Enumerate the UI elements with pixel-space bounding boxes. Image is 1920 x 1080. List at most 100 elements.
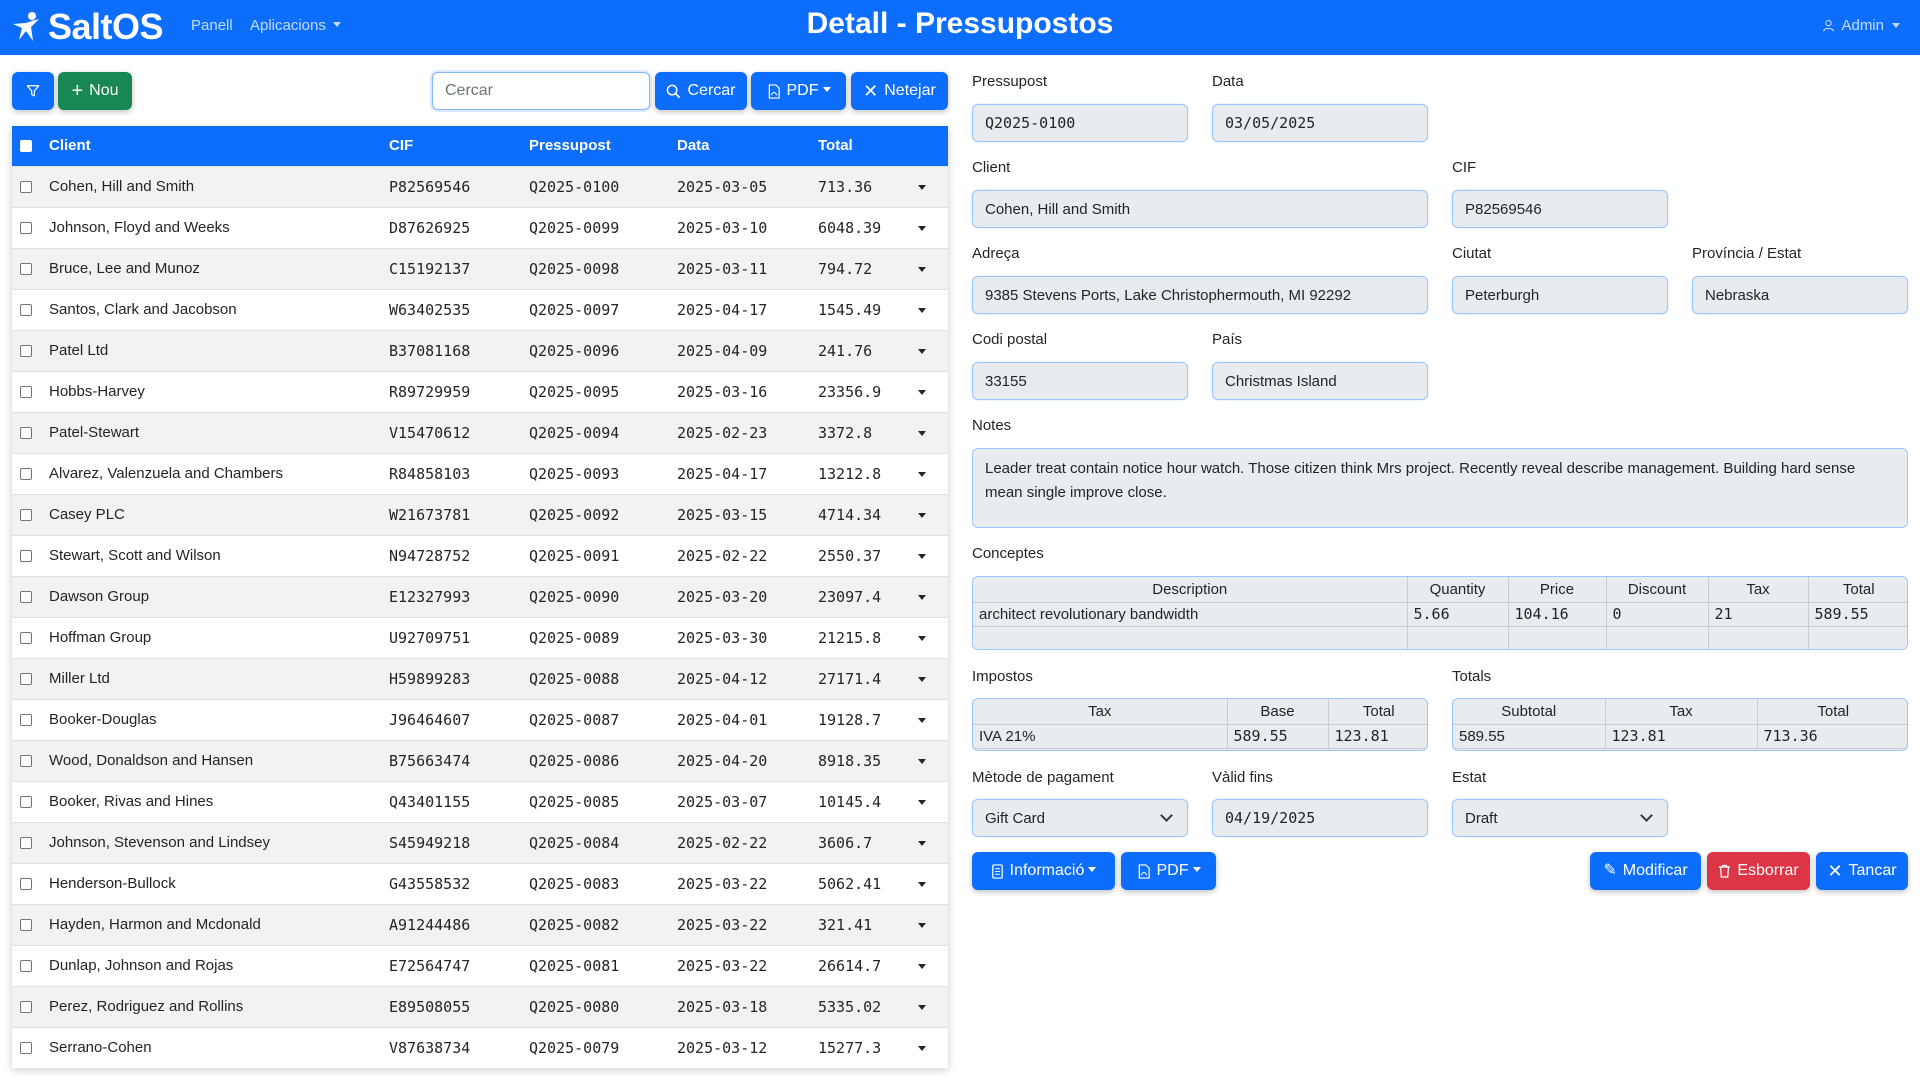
grid-cell[interactable]: 589.55 <box>1453 724 1606 749</box>
select-all-checkbox[interactable] <box>20 140 32 153</box>
row-checkbox[interactable] <box>20 386 32 399</box>
row-actions-dropdown-icon[interactable] <box>918 184 926 190</box>
taxes-grid[interactable]: Tax Base Total IVA 21% 589.55 123.81 <box>972 698 1428 751</box>
row-checkbox[interactable] <box>20 509 32 522</box>
search-button[interactable]: Cercar <box>655 72 747 110</box>
row-checkbox[interactable] <box>20 714 32 727</box>
row-actions-dropdown-icon[interactable] <box>918 758 926 764</box>
table-row[interactable]: Hayden, Harmon and Mcdonald A91244486 Q202… <box>12 903 948 945</box>
row-checkbox[interactable] <box>20 632 32 645</box>
address-field[interactable]: 9385 Stevens Ports, Lake Christophermout… <box>972 276 1428 314</box>
row-actions-dropdown-icon[interactable] <box>918 1004 926 1010</box>
row-checkbox[interactable] <box>20 755 32 768</box>
row-actions-dropdown-icon[interactable] <box>918 1045 926 1051</box>
row-checkbox[interactable] <box>20 591 32 604</box>
nav-link-aplicacions[interactable]: Aplicacions <box>250 17 341 34</box>
grid-cell[interactable]: 0 <box>1606 602 1709 627</box>
status-select[interactable]: Draft <box>1452 799 1668 837</box>
row-actions-dropdown-icon[interactable] <box>918 922 926 928</box>
table-row[interactable]: Booker-Douglas J96464607 Q2025-0087 2025-04… <box>12 698 948 740</box>
grid-cell[interactable]: 713.36 <box>1757 724 1907 749</box>
table-row[interactable]: Bruce, Lee and Munoz C15192137 Q2025-0098 2… <box>12 247 948 289</box>
grid-cell[interactable]: 123.81 <box>1605 724 1758 749</box>
table-row[interactable]: Dunlap, Johnson and Rojas E72564747 Q2025-… <box>12 944 948 986</box>
row-checkbox[interactable] <box>20 263 32 276</box>
row-actions-dropdown-icon[interactable] <box>918 389 926 395</box>
row-checkbox[interactable] <box>20 550 32 563</box>
row-checkbox[interactable] <box>20 673 32 686</box>
pdf-dropdown-button[interactable]: PDF <box>751 72 846 110</box>
row-actions-dropdown-icon[interactable] <box>918 553 926 559</box>
row-checkbox[interactable] <box>20 837 32 850</box>
grid-cell[interactable]: architect revolutionary bandwidth <box>973 602 1408 627</box>
grid-row[interactable]: IVA 21% 589.55 123.81 <box>973 724 1427 749</box>
grid-cell[interactable]: 21 <box>1708 602 1809 627</box>
grid-cell[interactable]: 104.16 <box>1508 602 1607 627</box>
modify-button[interactable]: ✎ Modificar <box>1590 852 1701 890</box>
row-actions-dropdown-icon[interactable] <box>918 225 926 231</box>
table-row[interactable]: Perez, Rodriguez and Rollins E89508055 Q20… <box>12 985 948 1027</box>
grid-cell[interactable]: 123.81 <box>1328 724 1427 749</box>
table-row[interactable]: Alvarez, Valenzuela and Chambers R8485810… <box>12 452 948 494</box>
clear-button[interactable]: ✕ Netejar <box>851 72 948 110</box>
payment-method-select[interactable]: Gift Card <box>972 799 1188 837</box>
table-row[interactable]: Henderson-Bullock G43558532 Q2025-0083 2025… <box>12 862 948 904</box>
delete-button[interactable]: Esborrar <box>1707 852 1810 890</box>
table-row[interactable]: Booker, Rivas and Hines Q43401155 Q2025-00… <box>12 780 948 822</box>
row-checkbox[interactable] <box>20 878 32 891</box>
valid-until-field[interactable]: 04/19/2025 <box>1212 799 1428 837</box>
grid-cell[interactable]: 589.55 <box>1227 724 1329 749</box>
table-row[interactable]: Miller Ltd H59899283 Q2025-0088 2025-04-12 2… <box>12 657 948 699</box>
close-button[interactable]: ✕ Tancar <box>1816 852 1908 890</box>
row-actions-dropdown-icon[interactable] <box>918 430 926 436</box>
filter-button[interactable] <box>12 72 54 110</box>
table-row[interactable]: Casey PLC W21673781 Q2025-0092 2025-03-15 47… <box>12 493 948 535</box>
notes-field[interactable]: Leader treat contain notice hour watch. … <box>972 448 1908 528</box>
table-row[interactable]: Santos, Clark and Jacobson W63402535 Q2025… <box>12 288 948 330</box>
city-field[interactable]: Peterburgh <box>1452 276 1668 314</box>
new-button[interactable]: + Nou <box>58 72 132 110</box>
row-checkbox[interactable] <box>20 304 32 317</box>
row-checkbox[interactable] <box>20 1042 32 1055</box>
grid-cell[interactable]: IVA 21% <box>973 724 1228 749</box>
row-actions-dropdown-icon[interactable] <box>918 717 926 723</box>
row-actions-dropdown-icon[interactable] <box>918 512 926 518</box>
table-row[interactable]: Hoffman Group U92709751 Q2025-0089 2025-03-… <box>12 616 948 658</box>
country-field[interactable]: Christmas Island <box>1212 362 1428 400</box>
nav-link-panell[interactable]: Panell <box>191 17 233 34</box>
row-checkbox[interactable] <box>20 222 32 235</box>
totals-grid[interactable]: Subtotal Tax Total 589.55 123.81 713.36 <box>1452 698 1908 751</box>
row-actions-dropdown-icon[interactable] <box>918 963 926 969</box>
table-row[interactable]: Dawson Group E12327993 Q2025-0090 2025-03-2… <box>12 575 948 617</box>
search-input[interactable] <box>432 72 650 110</box>
pdf-action-button[interactable]: PDF <box>1121 852 1216 890</box>
row-checkbox[interactable] <box>20 796 32 809</box>
row-checkbox[interactable] <box>20 345 32 358</box>
grid-row[interactable]: architect revolutionary bandwidth 5.66 104… <box>973 602 1907 627</box>
brand-logo[interactable]: SaltOS <box>10 6 164 48</box>
table-row[interactable]: Johnson, Floyd and Weeks D87626925 Q2025-0… <box>12 206 948 248</box>
concepts-grid[interactable]: Description Quantity Price Discount Tax Total… <box>972 576 1908 650</box>
cif-field[interactable]: P82569546 <box>1452 190 1668 228</box>
user-menu[interactable]: Admin <box>1822 17 1900 34</box>
grid-cell[interactable]: 5.66 <box>1407 602 1509 627</box>
column-header-pressupost[interactable]: Pressupost <box>529 126 677 166</box>
state-field[interactable]: Nebraska <box>1692 276 1908 314</box>
table-row[interactable]: Hobbs-Harvey R89729959 Q2025-0095 2025-03-1… <box>12 370 948 412</box>
table-row[interactable]: Patel Ltd B37081168 Q2025-0096 2025-04-09 24… <box>12 329 948 371</box>
row-actions-dropdown-icon[interactable] <box>918 881 926 887</box>
grid-empty-row[interactable] <box>973 626 1907 649</box>
row-checkbox[interactable] <box>20 181 32 194</box>
postal-code-field[interactable]: 33155 <box>972 362 1188 400</box>
grid-row[interactable]: 589.55 123.81 713.36 <box>1453 724 1907 749</box>
column-header-total[interactable]: Total <box>818 126 918 166</box>
row-checkbox[interactable] <box>20 1001 32 1014</box>
row-actions-dropdown-icon[interactable] <box>918 635 926 641</box>
row-actions-dropdown-icon[interactable] <box>918 840 926 846</box>
row-actions-dropdown-icon[interactable] <box>918 594 926 600</box>
row-actions-dropdown-icon[interactable] <box>918 266 926 272</box>
row-actions-dropdown-icon[interactable] <box>918 471 926 477</box>
row-checkbox[interactable] <box>20 427 32 440</box>
column-header-client[interactable]: Client <box>49 126 389 166</box>
table-row[interactable]: Johnson, Stevenson and Lindsey S45949218 Q… <box>12 821 948 863</box>
